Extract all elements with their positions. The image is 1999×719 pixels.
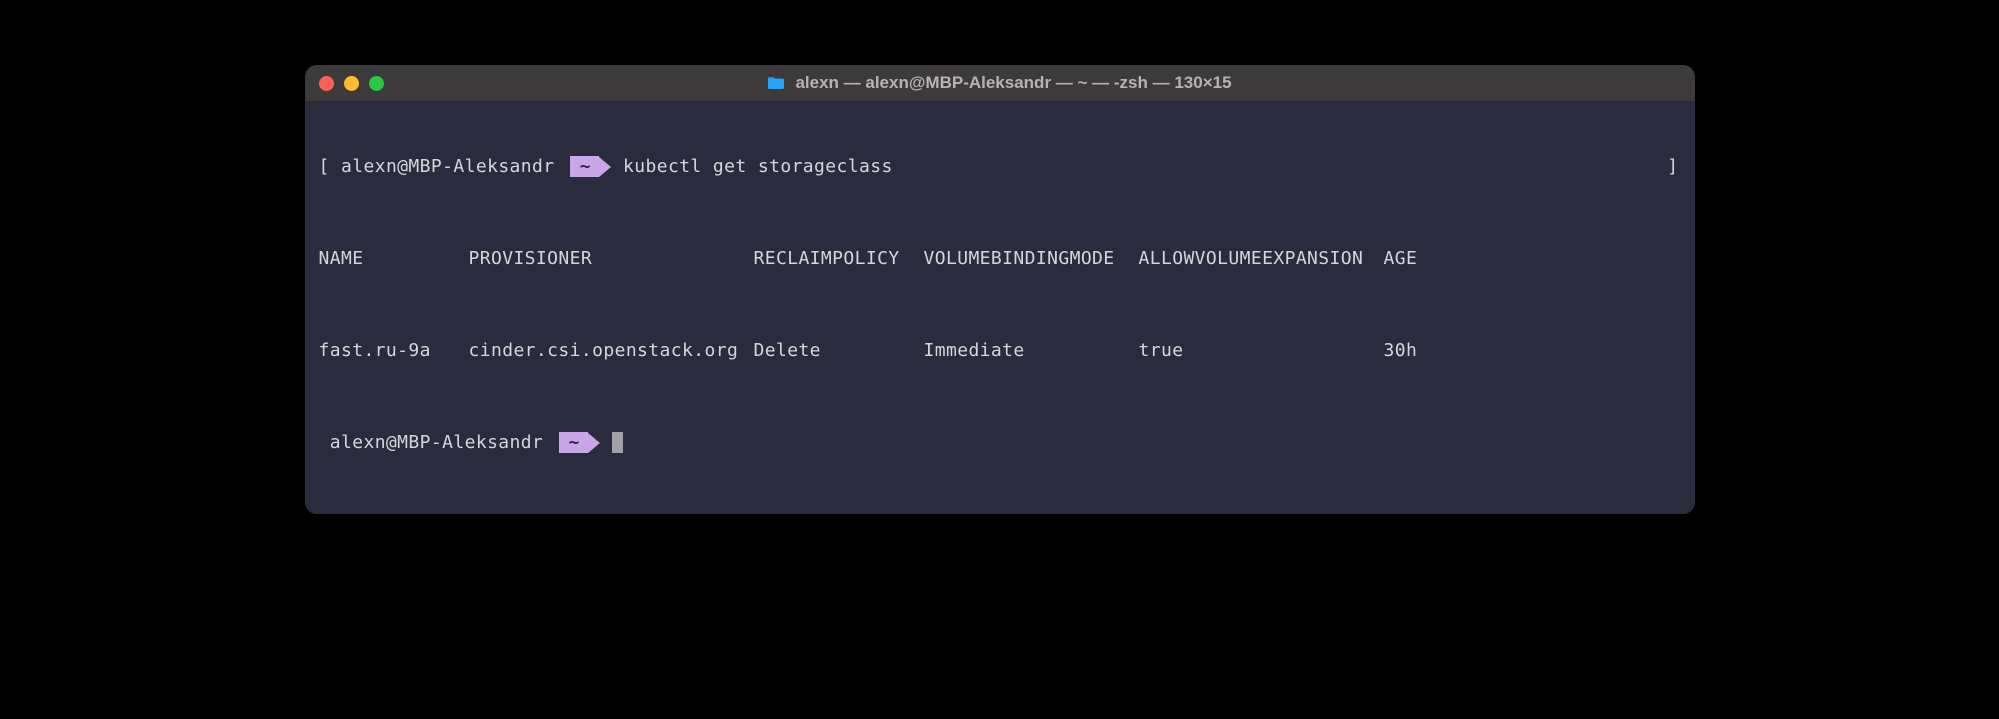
terminal-window: alexn — alexn@MBP-Aleksandr — ~ — -zsh —… [305,65,1695,514]
cwd-chip: ~ [559,432,600,453]
table-header-row: NAME PROVISIONER RECLAIMPOLICY VOLUMEBIN… [319,247,1681,270]
prompt-line-1: [ alexn@MBP-Aleksandr ~ kubectl get stor… [319,155,1681,178]
cursor [612,432,623,453]
cell-name: fast.ru-9a [319,339,469,362]
prompt-close-bracket: ] [1667,155,1680,178]
window-title-text: alexn — alexn@MBP-Aleksandr — ~ — -zsh —… [795,73,1231,93]
terminal-body[interactable]: [ alexn@MBP-Aleksandr ~ kubectl get stor… [305,101,1695,514]
col-header-name: NAME [319,247,469,270]
prompt-user-host: alexn@MBP-Aleksandr [341,155,555,178]
prompt-line-2: alexn@MBP-Aleksandr ~ [319,431,1681,454]
cwd-chip-label: ~ [570,156,599,177]
command-text: kubectl get storageclass [623,155,893,178]
cell-binding: Immediate [924,339,1139,362]
window-title: alexn — alexn@MBP-Aleksandr — ~ — -zsh —… [305,73,1695,93]
chevron-right-icon [588,433,600,453]
cell-expansion: true [1139,339,1384,362]
col-header-binding: VOLUMEBINDINGMODE [924,247,1139,270]
prompt-open-bracket: [ [319,155,330,178]
cell-reclaim: Delete [754,339,924,362]
cell-provisioner: cinder.csi.openstack.org [469,339,754,362]
folder-icon [767,76,785,90]
cwd-chip: ~ [570,156,611,177]
prompt-user-host: alexn@MBP-Aleksandr [330,431,544,454]
cwd-chip-label: ~ [559,432,588,453]
col-header-age: AGE [1384,247,1418,270]
cell-age: 30h [1384,339,1418,362]
chevron-right-icon [599,157,611,177]
table-row: fast.ru-9a cinder.csi.openstack.org Dele… [319,339,1681,362]
col-header-reclaim: RECLAIMPOLICY [754,247,924,270]
col-header-expansion: ALLOWVOLUMEEXPANSION [1139,247,1384,270]
col-header-provisioner: PROVISIONER [469,247,754,270]
titlebar[interactable]: alexn — alexn@MBP-Aleksandr — ~ — -zsh —… [305,65,1695,101]
